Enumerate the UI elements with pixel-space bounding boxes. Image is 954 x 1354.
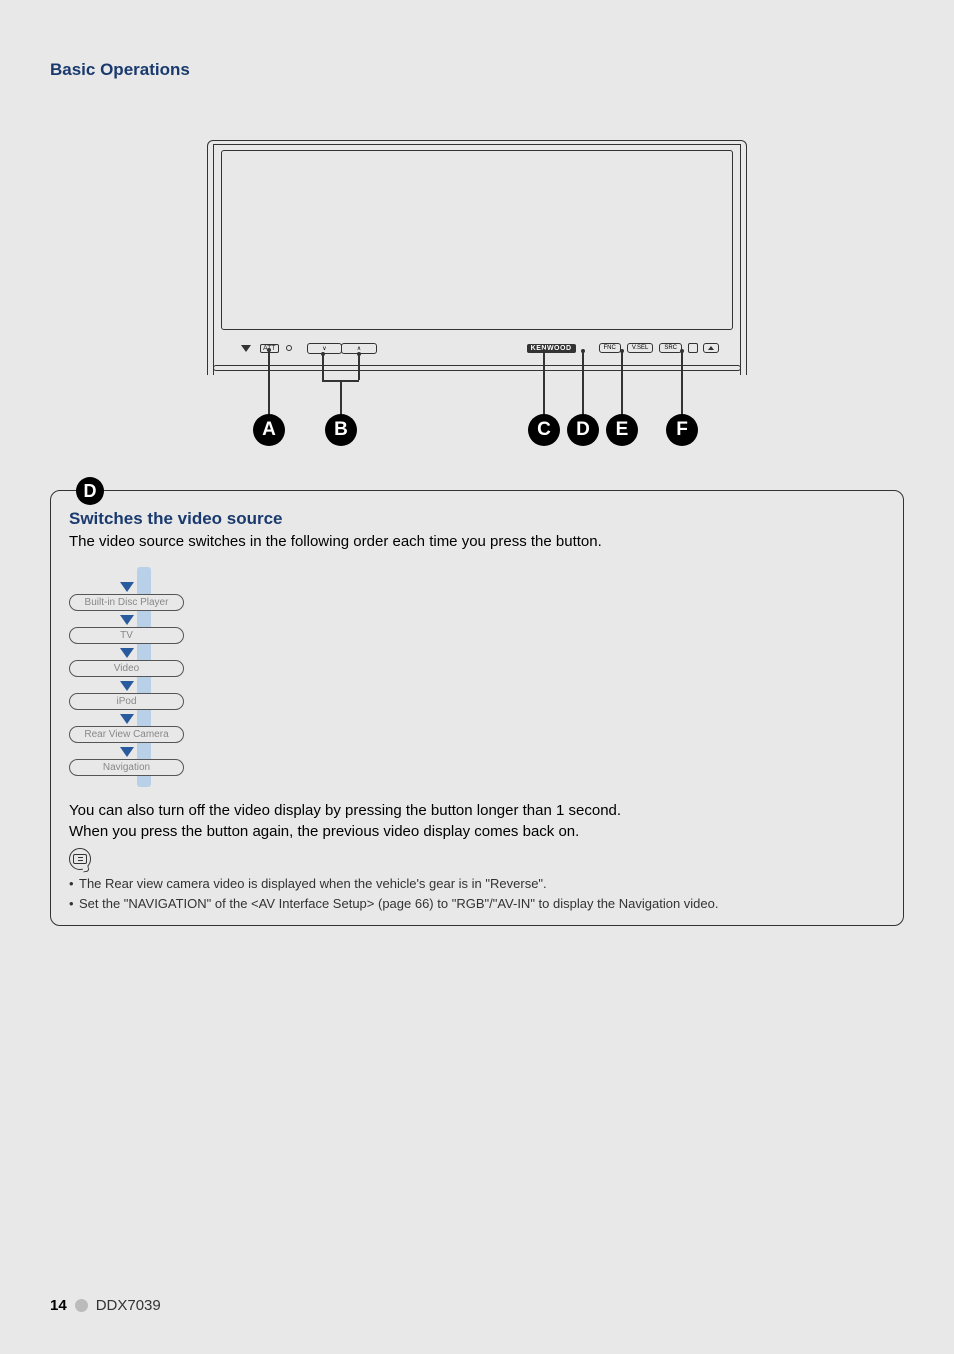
section-d-box: D Switches the video source The video so… — [50, 490, 904, 926]
src-button: SRC — [659, 343, 682, 353]
eject-button — [703, 343, 719, 353]
flow-item: TV — [69, 627, 184, 644]
callout-e: E — [606, 414, 638, 446]
callout-c: C — [528, 414, 560, 446]
vsel-button: V.SEL — [627, 343, 653, 353]
fnc-button: FNC — [599, 343, 621, 353]
flow-item: Rear View Camera — [69, 726, 184, 743]
note-item: The Rear view camera video is displayed … — [69, 874, 885, 894]
footer-bullet-icon — [75, 1299, 88, 1312]
callout-f: F — [666, 414, 698, 446]
volume-rocker: ∨ ∧ — [307, 343, 377, 354]
section-d-title: Switches the video source — [69, 509, 885, 529]
device-illustration: ATT ∨ ∧ KENWOOD FNC V.SEL SRC — [207, 140, 747, 450]
source-flow-chart: Built-in Disc Player TV Video iPod Rear … — [69, 564, 199, 790]
section-badge: D — [76, 477, 104, 505]
disc-icon — [688, 343, 698, 353]
model-number: DDX7039 — [96, 1297, 161, 1314]
flow-item: Video — [69, 660, 184, 677]
callout-d: D — [567, 414, 599, 446]
reset-icon — [286, 345, 292, 351]
flow-item: Built-in Disc Player — [69, 594, 184, 611]
note-list: The Rear view camera video is displayed … — [69, 874, 885, 913]
callout-b: B — [325, 414, 357, 446]
section-d-intro: The video source switches in the followi… — [69, 531, 885, 552]
section-d-body2: When you press the button again, the pre… — [69, 821, 885, 842]
callout-a: A — [253, 414, 285, 446]
section-d-body1: You can also turn off the video display … — [69, 800, 885, 821]
brand-logo: KENWOOD — [527, 344, 576, 353]
flow-item: iPod — [69, 693, 184, 710]
note-item: Set the "NAVIGATION" of the <AV Interfac… — [69, 894, 885, 914]
section-title: Basic Operations — [50, 60, 904, 80]
page-footer: 14 DDX7039 — [50, 1297, 161, 1314]
down-triangle-icon — [241, 345, 251, 352]
note-icon — [69, 848, 91, 870]
flow-item: Navigation — [69, 759, 184, 776]
page-number: 14 — [50, 1297, 67, 1314]
